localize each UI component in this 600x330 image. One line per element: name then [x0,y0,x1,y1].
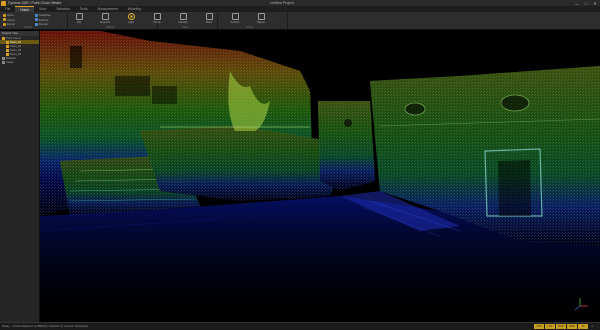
minimize-button[interactable]: — [574,1,580,6]
status-toggle-grid[interactable]: GRID [567,324,577,329]
ribbon-button-section[interactable]: Section [228,13,242,24]
ribbon-button-points[interactable]: Points [150,13,164,24]
tree-item-label: Views [6,60,14,64]
ribbon-button-label: Segment [99,21,111,24]
ribbon-button-export[interactable]: Export [3,22,15,26]
project-tree-panel: Project Tree Point Cloud Scan_01 Scan_02 Sc… [0,31,40,322]
status-toggle-lod[interactable]: LOD [545,324,555,329]
box-icon [205,13,213,20]
ribbon-button-label: Render [39,22,49,26]
point-cloud-render [40,31,600,322]
ribbon-button-label: Explore [39,17,49,22]
ribbon-button-explore[interactable]: Explore [35,18,48,22]
box-icon [179,13,187,20]
status-toggle-snap[interactable]: SNAP [556,324,566,329]
status-toggle-fps[interactable]: FPS [534,324,544,329]
group-name: Tools [182,26,188,29]
ribbon-button-report[interactable]: Report [254,13,268,24]
layer-icon [2,60,5,64]
sun-icon [127,13,135,20]
import-icon [3,18,6,21]
close-button[interactable]: ✕ [592,1,598,6]
ribbon-button-label: Classify [178,21,188,24]
ribbon-button-label: Report [257,21,265,24]
ribbon-button-classify[interactable]: Classify [176,13,190,24]
ribbon-button-render[interactable]: Render [35,22,48,26]
ribbon-button-segment[interactable]: Segment [98,13,112,24]
project-tree: Point Cloud Scan_01 Scan_02 Scan_03 Scan_04 M… [0,36,39,64]
ribbon-button-label: Points [153,21,161,24]
status-toggles: FPS LOD SNAP GRID 3D [534,324,588,329]
window-title: Untitled Project [270,1,294,5]
explore-icon [35,18,38,21]
ribbon-button-label: Export [7,22,16,26]
center-building [318,101,375,191]
box-icon [101,13,109,20]
ribbon-button-label: Light [128,21,134,24]
group-name: Project [24,26,32,29]
ribbon-button-label: Mesh [205,21,213,24]
maximize-button[interactable]: □ [583,1,589,6]
ribbon-button-label: Snapshot [39,13,51,17]
status-bar: Ready — Points displayed: 12,458,091 | S… [0,322,600,330]
ribbon-button-light[interactable]: Light [124,13,138,24]
3d-viewport[interactable] [40,31,600,322]
box-icon [231,13,239,20]
app-logo-icon [1,0,6,6]
render-icon [35,22,38,26]
box-icon [75,13,83,20]
status-text: Ready — Points displayed: 12,458,091 | S… [2,325,89,328]
ribbon-button-clip[interactable]: Clip [72,13,86,24]
ribbon-button-label: Import [7,17,15,22]
group-name: Display [106,26,115,29]
export-icon [3,22,6,26]
axes-icon[interactable]: ⊹ [591,324,598,329]
app-name: Cyclone 3DR / Point Cloud Viewer [8,1,62,5]
tree-item[interactable]: Views [0,60,39,64]
ribbon-button-label: Section [230,21,240,24]
box-icon [153,13,161,20]
ribbon-button-snapshot[interactable]: Snapshot [35,13,51,17]
ribbon-button-mesh[interactable]: Mesh [202,13,216,24]
status-toggle-3d[interactable]: 3D [578,324,588,329]
ribbon-button-label: Open [7,13,14,17]
ribbon-button-open[interactable]: Open [3,13,14,17]
ribbon-button-import[interactable]: Import [3,18,15,22]
open-icon [3,13,6,17]
ribbon: Project Display Tools Output Open Import E… [0,12,600,30]
ribbon-button-label: Clip [76,21,82,24]
snapshot-icon [35,13,38,17]
box-icon [257,13,265,20]
group-name: Output [246,26,254,29]
